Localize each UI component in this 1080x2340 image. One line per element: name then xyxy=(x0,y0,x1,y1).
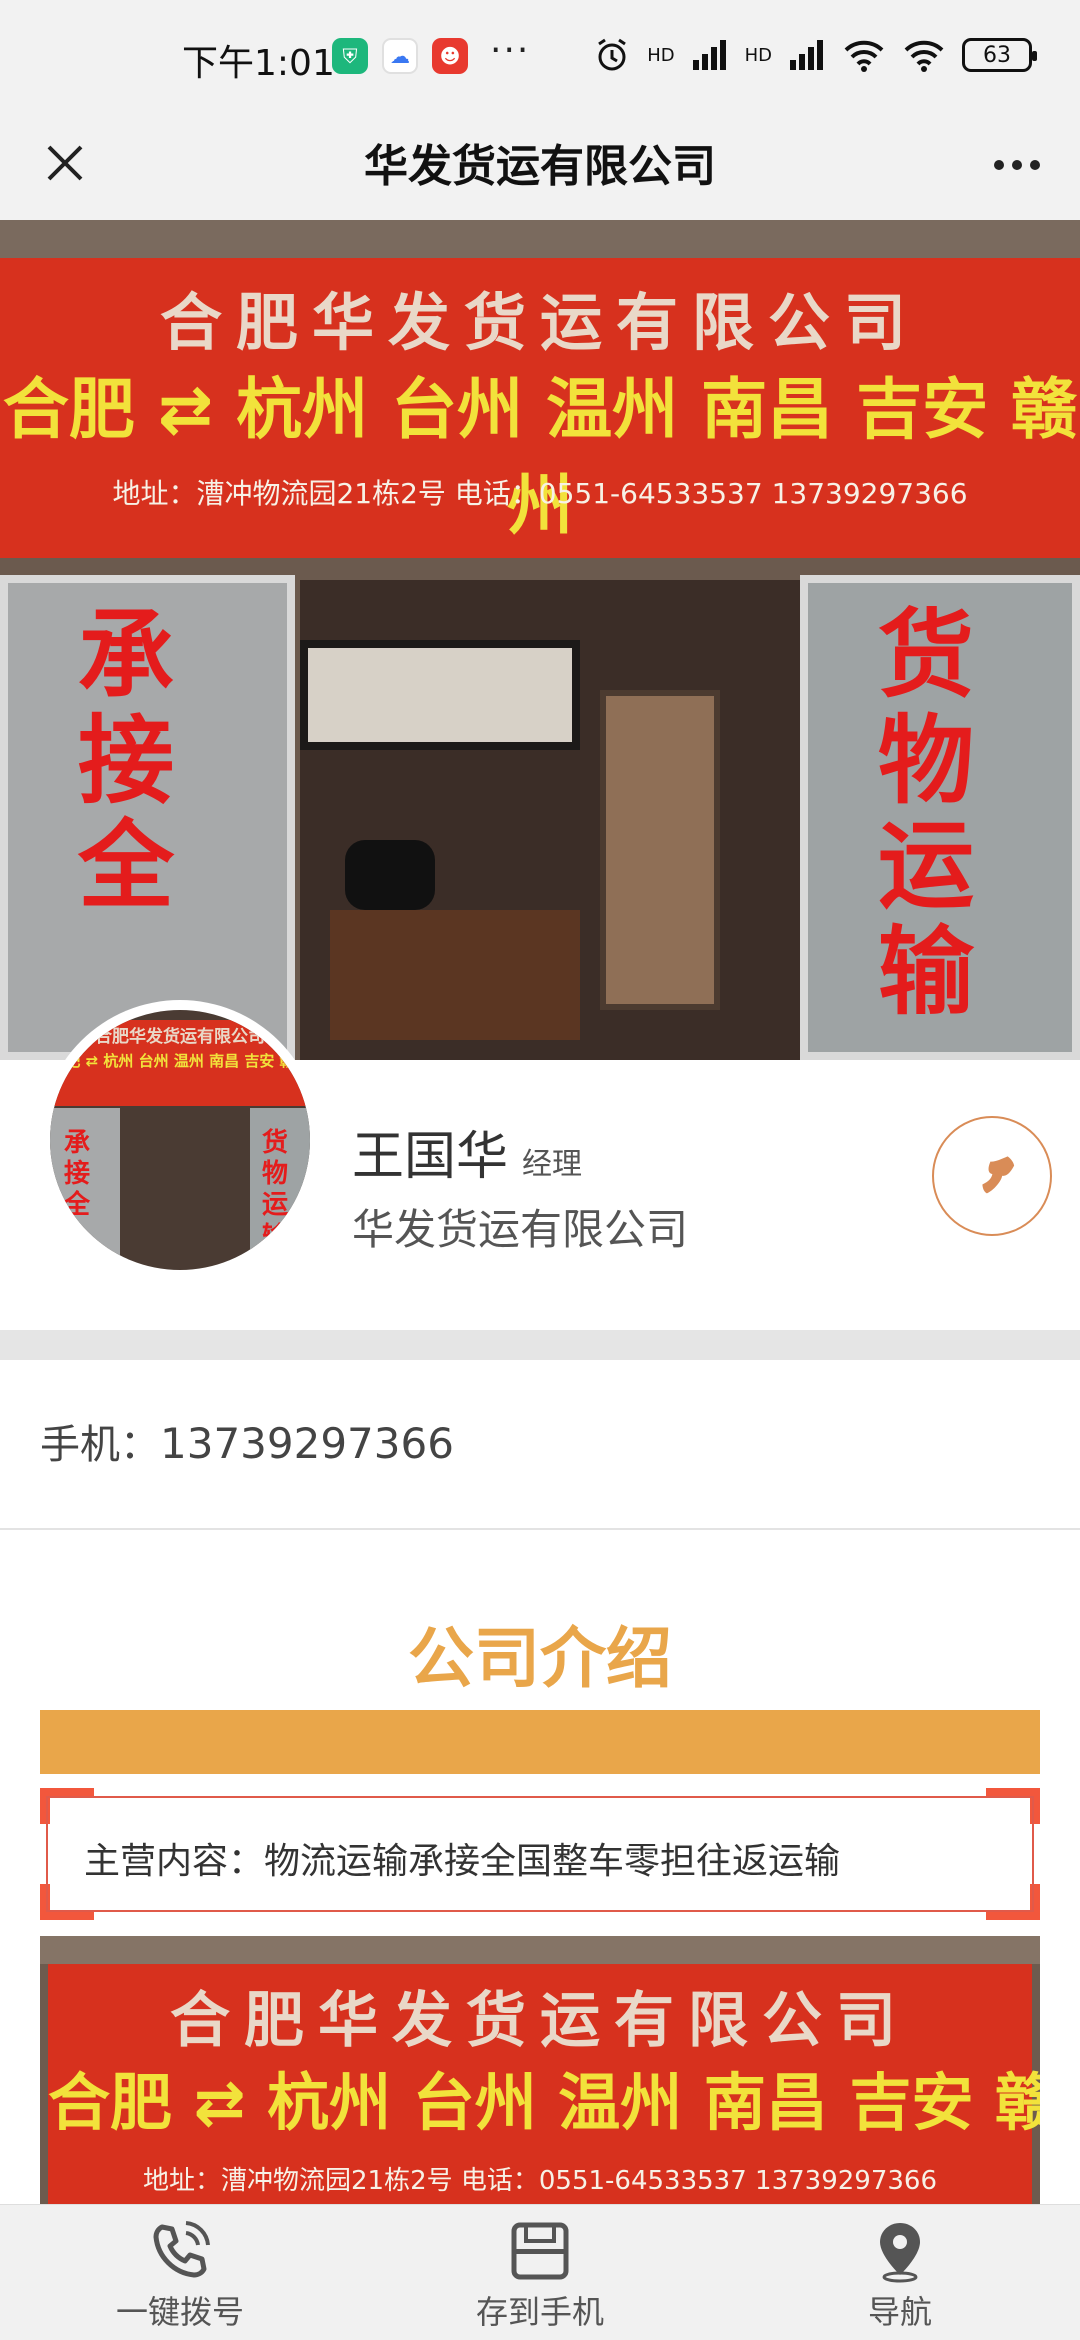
more-menu-button[interactable] xyxy=(982,130,1052,200)
glass-door-right: 货物运输 xyxy=(800,575,1080,1060)
name-row: 王国华 经理 xyxy=(352,1114,582,1189)
office-desk xyxy=(330,910,580,1040)
wifi-icon xyxy=(844,40,884,72)
title-bar: 华发货运有限公司 xyxy=(0,110,1080,220)
avatar-sign-name: 合肥华发货运有限公司 xyxy=(95,1027,265,1047)
cloud-app-icon: ☁ xyxy=(382,38,418,74)
page-title: 华发货运有限公司 xyxy=(364,141,716,192)
photo2-sign-address: 地址：漕冲物流园21栋2号 电话：0551-64533537 137392973… xyxy=(142,2166,937,2196)
phone-icon xyxy=(982,1156,1015,1194)
save-contact-button[interactable]: 存到手机 xyxy=(440,2219,640,2333)
battery-icon: 63 xyxy=(962,38,1037,72)
intro-title: 公司介绍 xyxy=(408,1620,672,1697)
avatar-sign-routes: 合肥 ⇄ 杭州 台州 温州 南昌 吉安 赣州 xyxy=(50,1052,310,1070)
signal-icon xyxy=(692,40,726,70)
alarm-icon xyxy=(598,38,627,71)
save-label: 存到手机 xyxy=(475,2293,604,2331)
mascot-app-icon: ☻ xyxy=(432,38,468,74)
door-right-text: 货物运输 xyxy=(878,599,974,1028)
person-title: 经理 xyxy=(522,1147,583,1182)
status-app-icons: ⛨ ☁ ☻ xyxy=(332,38,468,74)
save-icon xyxy=(511,2222,569,2280)
bottom-action-bar: 一键拨号 存到手机 导航 xyxy=(0,2204,1080,2340)
signal-icon-2 xyxy=(790,40,823,70)
signal-2-label: HD xyxy=(744,44,772,66)
navigation-label: 导航 xyxy=(867,2293,932,2331)
sign-company-name: 合肥华发货运有限公司 xyxy=(159,286,920,359)
navigation-button[interactable]: 导航 xyxy=(800,2219,1000,2333)
status-bar: 下午1:01 ⛨ ☁ ☻ ··· HD HD 63 xyxy=(0,0,1080,110)
section-divider xyxy=(0,1330,1080,1360)
door-left-text: 承接全 xyxy=(78,599,174,923)
shop-sign: 合肥华发货运有限公司 合肥 ⇄ 杭州 台州 温州 南昌 吉安 赣州 地址：漕冲物… xyxy=(0,258,1080,558)
profile-card: 合肥华发货运有限公司 合肥 ⇄ 杭州 台州 温州 南昌 吉安 赣州 承接全 货物… xyxy=(0,1000,1080,1330)
inner-door xyxy=(600,690,720,1010)
location-pin-icon xyxy=(880,2223,920,2283)
avatar[interactable]: 合肥华发货运有限公司 合肥 ⇄ 杭州 台州 温州 南昌 吉安 赣州 承接全 货物… xyxy=(40,1000,320,1280)
contact-row[interactable]: 手机：13739297366 xyxy=(0,1360,1080,1530)
photo-top-strip xyxy=(0,220,1080,258)
mobile-row: 手机：13739297366 xyxy=(40,1412,454,1470)
call-button[interactable] xyxy=(932,1116,1052,1236)
mobile-label: 手机： xyxy=(40,1422,160,1468)
wifi-icon-2 xyxy=(904,40,944,72)
office-chair xyxy=(345,840,435,910)
company-photo: 合肥华发货运有限公司 合肥 ⇄ 杭州 台州 温州 南昌 吉安 赣州 地址：漕冲物… xyxy=(40,1936,1040,2204)
avatar-image: 合肥华发货运有限公司 合肥 ⇄ 杭州 台州 温州 南昌 吉安 赣州 承接全 货物… xyxy=(50,1010,310,1270)
dial-button[interactable]: 一键拨号 xyxy=(80,2219,280,2333)
company-name: 华发货运有限公司 xyxy=(352,1205,689,1254)
storefront-photo: 合肥华发货运有限公司 合肥 ⇄ 杭州 台州 温州 南昌 吉安 赣州 地址：漕冲物… xyxy=(0,220,1080,1060)
avatar-door-left-text: 承接全 xyxy=(64,1128,91,1221)
phone-call-icon xyxy=(153,2221,210,2278)
photo2-sign: 合肥华发货运有限公司 合肥 ⇄ 杭州 台州 温州 南昌 吉安 赣州 地址：漕冲物… xyxy=(48,1964,1040,2204)
battery-level: 63 xyxy=(983,42,1011,68)
avatar-sign: 合肥华发货运有限公司 合肥 ⇄ 杭州 台州 温州 南昌 吉安 赣州 xyxy=(50,1020,310,1106)
glass-door-left: 承接全 xyxy=(0,575,295,1060)
signal-1-label: HD xyxy=(647,44,675,66)
mobile-number[interactable]: 13739297366 xyxy=(160,1419,454,1468)
status-indicators: HD HD 63 xyxy=(593,36,1037,74)
shield-app-icon: ⛨ xyxy=(332,38,368,74)
more-dots-icon xyxy=(994,160,1040,170)
photo2-sign-name: 合肥华发货运有限公司 xyxy=(170,1986,910,2056)
photo2-sign-routes: 合肥 ⇄ 杭州 台州 温州 南昌 吉安 赣州 xyxy=(48,2066,1040,2139)
avatar-door-left: 承接全 xyxy=(50,1108,120,1270)
status-time: 下午1:01 xyxy=(182,43,335,84)
photo2-top-strip xyxy=(40,1936,1040,1964)
avatar-door-right-text: 货物运输 xyxy=(262,1128,289,1252)
business-scope-text: 主营内容：物流运输承接全国整车零担往返运输 xyxy=(84,1841,841,1882)
sign-address: 地址：漕冲物流园21栋2号 电话：0551-64533537 137392973… xyxy=(112,477,968,510)
hero-image: 合肥华发货运有限公司 合肥 ⇄ 杭州 台州 温州 南昌 吉安 赣州 地址：漕冲物… xyxy=(0,220,1080,1060)
avatar-door-right: 货物运输 xyxy=(250,1108,310,1270)
wall-painting xyxy=(300,640,580,750)
business-scope-box: 主营内容：物流运输承接全国整车零担往返运输 xyxy=(46,1796,1034,1912)
status-more-icon: ··· xyxy=(490,30,531,71)
dial-label: 一键拨号 xyxy=(115,2293,244,2331)
person-name: 王国华 xyxy=(352,1127,509,1187)
intro-accent-bar xyxy=(40,1710,1040,1774)
sign-routes: 合肥 ⇄ 杭州 台州 温州 南昌 吉安 赣州 xyxy=(2,371,1078,544)
